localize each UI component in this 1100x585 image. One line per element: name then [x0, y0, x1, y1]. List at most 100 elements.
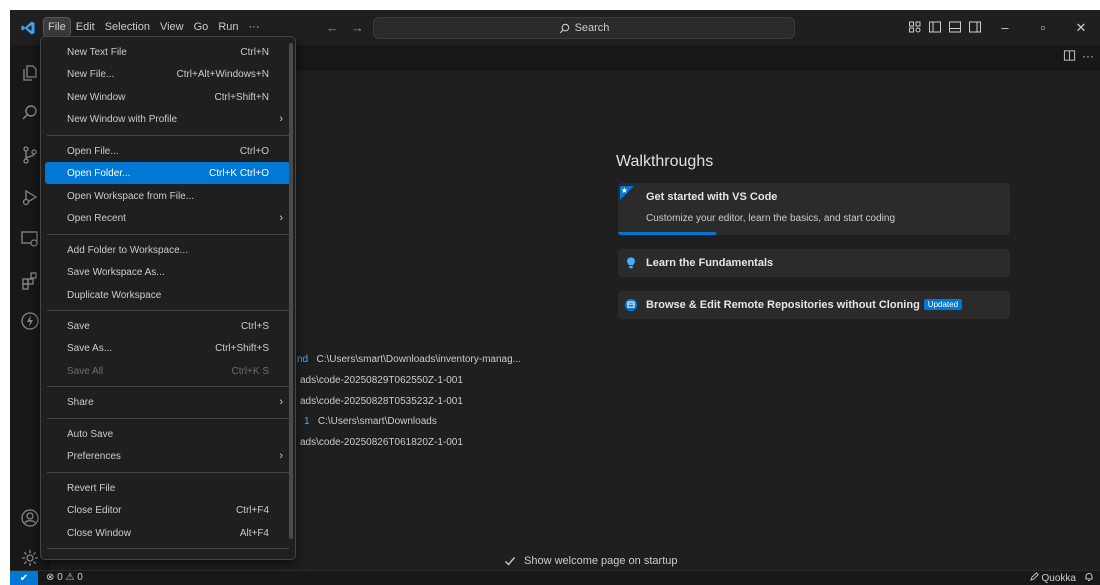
menu-bar: File Edit Selection View Go Run ··· — [43, 17, 264, 37]
notifications-bell-icon[interactable] — [1084, 572, 1094, 582]
menu-edit[interactable]: Edit — [72, 18, 99, 36]
list-item[interactable]: ads\code-20250829T062550Z-1-001 — [300, 375, 463, 386]
quokka-label: Quokka — [1041, 573, 1076, 584]
menu-item-open-workspace[interactable]: Open Workspace from File... — [45, 185, 291, 207]
menu-item-new-window[interactable]: New Window Ctrl+Shift+N — [45, 86, 291, 108]
recent-folder-path: ads\code-20250826T061820Z-1-001 — [300, 437, 463, 448]
menu-separator — [47, 310, 289, 311]
explorer-icon[interactable] — [20, 63, 40, 83]
problems-status[interactable]: ⊗ 0 ⚠ 0 — [46, 572, 83, 583]
menu-item-open-file[interactable]: Open File... Ctrl+O — [45, 140, 291, 162]
extensions-icon[interactable] — [20, 271, 40, 291]
menu-item-save-as[interactable]: Save As... Ctrl+Shift+S — [45, 337, 291, 359]
menu-selection[interactable]: Selection — [101, 18, 154, 36]
menu-separator — [47, 418, 289, 419]
menu-item-open-folder[interactable]: Open Folder... Ctrl+K Ctrl+O — [45, 162, 291, 184]
card-title-text: Browse & Edit Remote Repositories withou… — [646, 299, 920, 311]
menu-item-share[interactable]: Share › — [45, 391, 291, 413]
chevron-right-icon: › — [279, 396, 283, 408]
recent-folder-path: ads\code-20250829T062550Z-1-001 — [300, 375, 463, 386]
menu-item-close-window[interactable]: Close Window Alt+F4 — [45, 522, 291, 544]
recent-folder-path: C:\Users\smart\Downloads\inventory-manag… — [316, 354, 521, 365]
walkthrough-card-get-started[interactable]: Get started with VS Code Customize your … — [618, 183, 1010, 235]
command-center-search[interactable]: Search — [373, 17, 795, 39]
walkthroughs-heading: Walkthroughs — [616, 153, 714, 170]
split-editor-icon[interactable] — [1063, 49, 1076, 62]
toggle-panel-icon[interactable] — [948, 20, 962, 34]
walkthrough-progress-bar — [618, 232, 716, 235]
forward-arrow-icon[interactable]: → — [351, 20, 364, 35]
list-item[interactable]: ads\code-20250828T053523Z-1-001 — [300, 396, 463, 407]
account-icon[interactable] — [20, 508, 40, 528]
quokka-status[interactable]: Quokka — [1029, 572, 1076, 584]
walkthrough-card-remote-repos[interactable]: Browse & Edit Remote Repositories withou… — [618, 291, 1010, 319]
menu-view[interactable]: View — [156, 18, 188, 36]
chevron-right-icon: › — [279, 212, 283, 224]
menu-separator — [47, 135, 289, 136]
settings-gear-icon[interactable] — [20, 548, 40, 568]
chevron-right-icon: › — [279, 450, 283, 462]
vscode-window: File Edit Selection View Go Run ··· ← → … — [10, 10, 1100, 585]
list-item[interactable]: ads\code-20250826T061820Z-1-001 — [300, 437, 463, 448]
star-badge-icon — [620, 186, 634, 200]
search-sidebar-icon[interactable] — [20, 103, 40, 123]
menu-item-open-recent[interactable]: Open Recent › — [45, 207, 291, 229]
menu-separator — [47, 472, 289, 473]
list-item[interactable]: 1 C:\Users\smart\Downloads — [304, 416, 437, 427]
status-bar: ✔ ⊗ 0 ⚠ 0 Quokka — [10, 570, 1100, 585]
startup-label: Show welcome page on startup — [524, 555, 678, 567]
source-control-icon[interactable] — [20, 145, 40, 165]
remote-repositories-icon — [624, 298, 638, 312]
menu-item-preferences[interactable]: Preferences › — [45, 445, 291, 467]
menu-go[interactable]: Go — [190, 18, 213, 36]
menu-item-revert-file[interactable]: Revert File — [45, 477, 291, 499]
quokka-pen-icon — [1029, 572, 1039, 581]
menu-file[interactable]: File — [43, 17, 71, 37]
card-title: Browse & Edit Remote Repositories withou… — [646, 299, 963, 311]
recent-folder-link[interactable]: 1 — [304, 416, 310, 427]
menu-item-save-workspace-as[interactable]: Save Workspace As... — [45, 261, 291, 283]
menu-more[interactable]: ··· — [245, 18, 264, 36]
customize-layout-icon[interactable] — [908, 20, 922, 34]
card-title: Get started with VS Code — [646, 191, 778, 203]
toggle-secondary-sidebar-icon[interactable] — [968, 20, 982, 34]
search-icon — [559, 23, 569, 33]
menu-separator — [47, 548, 289, 549]
menu-item-close-editor[interactable]: Close Editor Ctrl+F4 — [45, 499, 291, 521]
menu-item-save[interactable]: Save Ctrl+S — [45, 315, 291, 337]
menu-run[interactable]: Run — [214, 18, 242, 36]
recent-folder-path: ads\code-20250828T053523Z-1-001 — [300, 396, 463, 407]
back-arrow-icon[interactable]: ← — [326, 20, 339, 35]
close-icon[interactable]: ✕ — [1062, 10, 1100, 45]
file-menu: New Text File Ctrl+N New File... Ctrl+Alt+… — [40, 36, 296, 560]
toggle-primary-sidebar-icon[interactable] — [928, 20, 942, 34]
walkthrough-card-fundamentals[interactable]: Learn the Fundamentals — [618, 249, 1010, 277]
run-debug-icon[interactable] — [20, 187, 40, 207]
menu-item-auto-save[interactable]: Auto Save — [45, 423, 291, 445]
recent-folder-link[interactable]: nd — [297, 354, 308, 365]
window-controls: – ▫ ✕ — [986, 10, 1100, 45]
remote-explorer-icon[interactable] — [20, 229, 40, 249]
menu-item-duplicate-workspace[interactable]: Duplicate Workspace — [45, 284, 291, 306]
menu-separator — [47, 234, 289, 235]
more-actions-icon[interactable]: ··· — [1082, 49, 1094, 63]
card-title: Learn the Fundamentals — [646, 257, 774, 269]
recent-folder-path: C:\Users\smart\Downloads — [317, 416, 437, 427]
quokka-lightning-icon[interactable] — [20, 311, 40, 331]
vscode-logo-icon — [21, 21, 35, 35]
restore-icon[interactable]: ▫ — [1024, 10, 1062, 45]
menu-item-new-window-profile[interactable]: New Window with Profile › — [45, 108, 291, 130]
menu-item-new-text-file[interactable]: New Text File Ctrl+N — [45, 41, 291, 63]
menu-item-new-file[interactable]: New File... Ctrl+Alt+Windows+N — [45, 63, 291, 85]
updated-badge: Updated — [923, 299, 963, 310]
menu-item-save-all[interactable]: Save All Ctrl+K S — [45, 360, 291, 382]
nav-arrows: ← → — [326, 20, 364, 35]
search-label: Search — [574, 22, 610, 34]
menu-scrollbar[interactable] — [289, 43, 293, 539]
list-item[interactable]: nd C:\Users\smart\Downloads\inventory-ma… — [297, 354, 521, 365]
menu-item-add-folder[interactable]: Add Folder to Workspace... — [45, 239, 291, 261]
checkbox-checked-icon[interactable] — [504, 555, 516, 567]
editor-actions: ··· — [1063, 49, 1094, 63]
remote-indicator[interactable]: ✔ — [10, 571, 38, 585]
minimize-icon[interactable]: – — [986, 10, 1024, 45]
